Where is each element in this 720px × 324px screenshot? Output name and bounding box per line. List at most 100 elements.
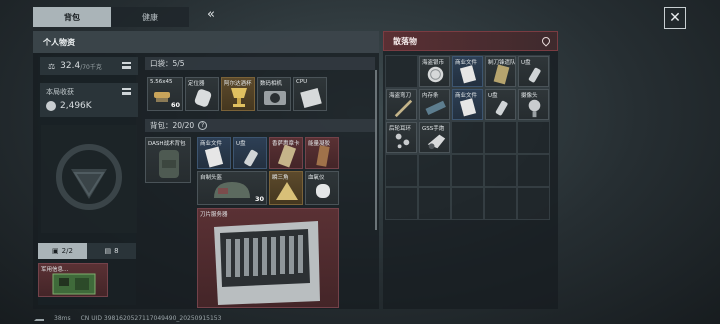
income-value: 2,496K (60, 101, 92, 111)
circuit-board-icon (52, 273, 96, 295)
bp-energy-gel[interactable]: 能量凝胶 (305, 137, 339, 169)
menu-icon[interactable] (122, 88, 131, 95)
loose-item[interactable]: 海盗弯刀 (386, 89, 417, 120)
grid-cell[interactable] (517, 121, 550, 154)
usb-drive-icon (244, 149, 258, 167)
military-info-item[interactable]: 军用信息… (38, 263, 108, 297)
signal-icon (34, 316, 44, 321)
close-button[interactable]: ✕ (664, 7, 686, 29)
backpack-emblem-icon (56, 144, 122, 210)
loose-item[interactable]: 海盗银币 (419, 56, 450, 87)
status-bar: 38ms CN UID 3981620527117049490_20250915… (34, 315, 221, 322)
bp-oximeter[interactable]: 血氧仪 (305, 171, 339, 205)
bp-card[interactable]: 香萨惠章卡 (269, 137, 303, 169)
top-tab-bar: 背包 健康 (33, 7, 189, 27)
grid-cell[interactable] (484, 154, 517, 187)
blade-server-icon (214, 221, 320, 305)
income-box: 本局收获 2,496K (40, 83, 138, 117)
loose-item[interactable]: 内存条 (419, 89, 450, 120)
backpack-title: 背包：20/20 (150, 121, 195, 130)
document-icon (204, 146, 224, 168)
grid-cell[interactable] (451, 121, 484, 154)
weight-unit: /70千克 (80, 63, 102, 71)
pockets-header: 口袋：5/5 (145, 57, 375, 70)
loose-item[interactable]: 后轮耳环 (386, 122, 417, 153)
goblet-icon (231, 88, 247, 107)
weight-icon: ⚖ (48, 61, 56, 71)
weight-value: 32.4 (60, 61, 81, 71)
loose-item[interactable]: 制刀锋遗队 (485, 56, 516, 87)
pocket-goblet[interactable]: 阿尔达酒杯 (221, 77, 255, 111)
menu-icon[interactable] (122, 62, 131, 69)
grid-cell[interactable] (385, 187, 418, 220)
pocket-locator[interactable]: 定位器 (185, 77, 219, 111)
bp-usb-drive[interactable]: U盘 (233, 137, 267, 169)
energy-gel-icon (316, 145, 330, 167)
case-icon: ▤ (104, 247, 112, 255)
close-icon: ✕ (669, 10, 681, 26)
backpack-header: 背包：20/20 ? (145, 119, 375, 132)
equipped-backpack-slot[interactable] (41, 125, 137, 233)
pocket-camera[interactable]: 数码相机 (257, 77, 291, 111)
triangle-icon (276, 182, 298, 200)
bp-business-files[interactable]: 商业文件 (197, 137, 231, 169)
durability-count: 30 (254, 195, 264, 203)
loose-item[interactable]: 摄像头 (518, 89, 549, 120)
grid-cell[interactable] (517, 154, 550, 187)
grid-cell[interactable] (451, 154, 484, 187)
equipped-dash-backpack[interactable]: DASH战术背包 (145, 137, 191, 183)
backpack-section: 背包：20/20 ? DASH战术背包 商业文件 U盘 香萨惠章卡 能量凝胶 自… (145, 119, 375, 309)
loose-item[interactable]: 商业文件 (452, 89, 483, 120)
loose-item[interactable]: GSS手炮 (419, 122, 450, 153)
loose-item[interactable]: U盘 (485, 89, 516, 120)
personal-supplies-panel: 个人物资 ⚖ 32.4 /70千克 本局收获 2,496K ▣ 2/2 ▤ 8 … (33, 31, 379, 309)
collapse-button[interactable]: « (207, 7, 215, 22)
backpack-icon (159, 150, 179, 178)
grid-cell[interactable] (517, 187, 550, 220)
camera-icon (264, 91, 286, 105)
bp-blade-server[interactable]: 刀片服务器 (197, 208, 339, 308)
location-pin-icon[interactable] (540, 35, 552, 47)
loose-item[interactable]: 商业文件 (452, 56, 483, 87)
loose-items-header: 散落物 (383, 31, 558, 51)
bp-homemade-helmet[interactable]: 自制头盔 30 (197, 171, 267, 205)
pockets-section: 口袋：5/5 5.56x45 60 定位器 阿尔达酒杯 数码相机 CPU (145, 57, 375, 115)
counter-value-2: 8 (114, 247, 119, 255)
grid-cell[interactable] (418, 187, 451, 220)
briefcase-icon: ▣ (52, 247, 59, 255)
loose-items-title: 散落物 (393, 36, 417, 46)
card-icon (277, 144, 297, 168)
scrollbar[interactable] (375, 70, 377, 230)
counter-tabs: ▣ 2/2 ▤ 8 (38, 243, 136, 259)
pocket-cpu[interactable]: CPU (293, 77, 327, 111)
grid-cell[interactable] (451, 187, 484, 220)
tab-health[interactable]: 健康 (111, 7, 189, 27)
grid-cell[interactable] (385, 154, 418, 187)
counter-tab[interactable]: ▤ 8 (87, 243, 136, 259)
grid-cell[interactable] (484, 187, 517, 220)
loose-items-grid: 海盗银币 商业文件 制刀锋遗队 U盘 海盗弯刀 内存条 商业文件 U盘 摄像头 后轮耳环 GSS手炮 (385, 55, 555, 227)
ping-value: 38ms (54, 315, 71, 322)
grid-cell[interactable] (385, 55, 418, 88)
pocket-ammo[interactable]: 5.56x45 60 (147, 77, 183, 111)
counter-value: 2/2 (61, 247, 73, 255)
coin-icon (46, 101, 56, 111)
locator-icon (194, 89, 212, 107)
counter-tab-active[interactable]: ▣ 2/2 (38, 243, 87, 259)
tab-backpack[interactable]: 背包 (33, 7, 111, 27)
loose-item[interactable]: U盘 (518, 56, 549, 87)
personal-supplies-title: 个人物资 (33, 31, 379, 53)
weight-box[interactable]: ⚖ 32.4 /70千克 (40, 57, 138, 75)
uid-text: CN UID 3981620527117049490_20250915153 (80, 315, 222, 322)
grid-cell[interactable] (484, 121, 517, 154)
cpu-icon (300, 87, 322, 109)
grid-cell[interactable] (418, 154, 451, 187)
left-column: ⚖ 32.4 /70千克 本局收获 2,496K ▣ 2/2 ▤ 8 军用信息… (38, 55, 138, 305)
item-count: 60 (170, 101, 180, 109)
pockets-title: 口袋：5/5 (150, 59, 185, 68)
help-icon[interactable]: ? (198, 121, 208, 130)
bp-triangle[interactable]: 瞬三角 (269, 171, 303, 205)
oximeter-icon (316, 184, 330, 198)
loose-items-panel: 散落物 海盗银币 商业文件 制刀锋遗队 U盘 海盗弯刀 内存条 商业文件 U盘 摄像头 后轮耳环 G… (383, 31, 558, 309)
income-label: 本局收获 (46, 88, 74, 96)
